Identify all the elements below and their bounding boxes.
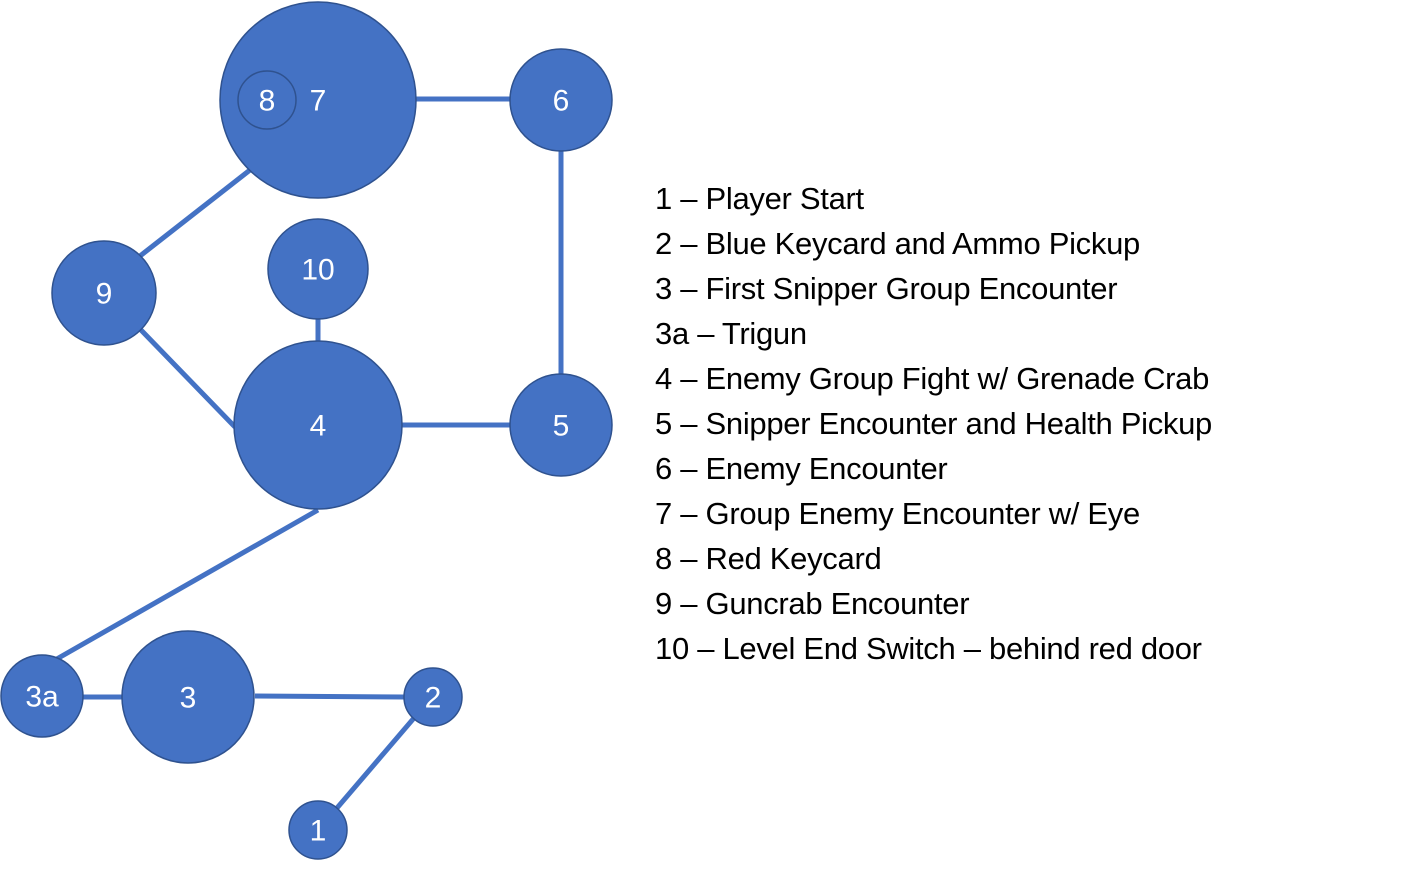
node-3a: 3a (0, 654, 84, 738)
node-7: 7 (219, 1, 417, 199)
node-9: 9 (51, 240, 157, 346)
node-label-8: 8 (259, 85, 276, 118)
node-label-3a: 3a (25, 681, 59, 714)
legend-item-6: 6 – Enemy Encounter (655, 451, 948, 486)
legend-item-3: 3 – First Snipper Group Encounter (655, 271, 1118, 306)
legend-item-7: 7 – Group Enemy Encounter w/ Eye (655, 496, 1140, 531)
node-label-4: 4 (310, 410, 327, 443)
node-6: 6 (509, 48, 613, 152)
edge-9-4 (139, 328, 237, 429)
legend-item-8: 8 – Red Keycard (655, 541, 882, 576)
legend-item-2: 2 – Blue Keycard and Ammo Pickup (655, 226, 1140, 261)
legend: 1 – Player Start 2 – Blue Keycard and Am… (655, 176, 1212, 671)
node-4: 4 (233, 340, 403, 510)
legend-item-1: 1 – Player Start (655, 181, 864, 216)
nodes: 1 2 3 3a 4 5 6 7 8 9 10 (0, 1, 613, 860)
edge-7-9 (138, 168, 252, 258)
node-2: 2 (403, 667, 463, 727)
node-label-9: 9 (96, 278, 113, 311)
node-label-6: 6 (553, 85, 570, 118)
legend-item-5: 5 – Snipper Encounter and Health Pickup (655, 406, 1213, 441)
legend-item-9: 9 – Guncrab Encounter (655, 586, 970, 621)
legend-item-4: 4 – Enemy Group Fight w/ Grenade Crab (655, 361, 1210, 396)
node-label-5: 5 (553, 410, 570, 443)
node-5: 5 (509, 373, 613, 477)
node-label-3: 3 (180, 682, 197, 715)
legend-item-3a: 3a – Trigun (655, 316, 807, 351)
node-10: 10 (267, 218, 369, 320)
node-label-1: 1 (310, 815, 327, 848)
edge-2-3 (254, 693, 405, 700)
node-label-2: 2 (425, 682, 442, 715)
node-1: 1 (288, 800, 348, 860)
legend-item-10: 10 – Level End Switch – behind red door (655, 631, 1202, 666)
node-label-7: 7 (310, 85, 327, 118)
edge-1-2 (335, 716, 416, 810)
level-flow-diagram: 1 2 3 3a 4 5 6 7 8 9 10 (0, 1, 613, 860)
node-label-10: 10 (301, 254, 334, 287)
node-3: 3 (121, 630, 255, 764)
